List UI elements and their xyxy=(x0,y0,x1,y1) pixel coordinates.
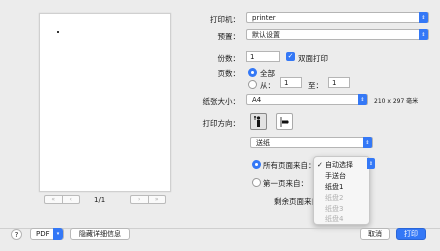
duplex-checkbox[interactable]: ✓ xyxy=(286,52,295,61)
orientation-label: 打印方向： xyxy=(202,119,241,128)
pages-label: 页数： xyxy=(217,69,241,78)
chevron-down-icon: ▾ xyxy=(53,228,63,240)
all-pages-from-label: 所有页面来自： xyxy=(263,161,316,170)
pages-to-label: 至： xyxy=(308,81,323,90)
pdf-label: PDF xyxy=(36,230,50,238)
copies-input[interactable]: 1 xyxy=(246,51,280,62)
section-value: 送纸 xyxy=(256,138,270,147)
printer-select[interactable]: printer ⇕ xyxy=(246,12,429,23)
pages-from-label: 从： xyxy=(260,81,275,90)
menu-item-tray-3: 纸盘3 xyxy=(325,205,344,213)
pdf-menu-button[interactable]: PDF ▾ xyxy=(30,228,64,240)
first-page-icon[interactable]: « xyxy=(45,196,62,203)
print-preview-page xyxy=(39,13,171,192)
presets-value: 默认设置 xyxy=(252,30,280,39)
paper-size-select[interactable]: A4 ⇕ xyxy=(246,94,368,105)
copies-label: 份数： xyxy=(217,54,241,63)
popup-arrows-icon: ⇕ xyxy=(419,12,428,23)
landscape-person-icon xyxy=(280,116,289,127)
pages-to-input[interactable]: 1 xyxy=(328,77,350,88)
paper-size-value: A4 xyxy=(252,95,262,104)
paper-size-label: 纸张大小： xyxy=(202,97,241,106)
printer-label: 打印机： xyxy=(210,15,240,24)
preview-nav-forward[interactable]: › » xyxy=(130,195,166,204)
printer-value: printer xyxy=(252,13,276,22)
pages-all-label: 全部 xyxy=(260,69,275,78)
paper-source-menu[interactable]: ✓ 自动选择 手送台 纸盘1 纸盘2 纸盘3 纸盘4 xyxy=(313,156,370,225)
previous-page-icon[interactable]: ‹ xyxy=(61,196,80,203)
menu-item-auto-select[interactable]: ✓ 自动选择 xyxy=(314,160,371,170)
cancel-button[interactable]: 取消 xyxy=(360,228,390,240)
page-indicator: 1/1 xyxy=(94,196,106,204)
pages-all-radio[interactable] xyxy=(248,68,257,77)
pages-from-input[interactable]: 1 xyxy=(280,77,302,88)
hide-details-button[interactable]: 隐藏详细信息 xyxy=(70,228,130,240)
checkmark-icon: ✓ xyxy=(317,161,323,169)
section-select[interactable]: 送纸 ⇕ xyxy=(250,137,373,148)
menu-item-tray-2: 纸盘2 xyxy=(325,194,344,202)
first-page-from-radio[interactable] xyxy=(252,178,261,187)
duplex-label: 双面打印 xyxy=(298,54,328,63)
popup-arrows-icon[interactable]: ⇕ xyxy=(367,158,375,169)
pages-range-radio[interactable] xyxy=(248,80,257,89)
landscape-orientation-button[interactable] xyxy=(276,113,293,130)
print-button[interactable]: 打印 xyxy=(396,228,426,240)
menu-item-manual-feed[interactable]: 手送台 xyxy=(314,171,371,181)
paper-dimensions: 210 x 297 毫米 xyxy=(374,98,419,105)
menu-item-tray-4: 纸盘4 xyxy=(325,215,344,223)
preview-nav-back[interactable]: « ‹ xyxy=(44,195,80,204)
all-pages-from-radio[interactable] xyxy=(252,160,261,169)
last-page-icon[interactable]: » xyxy=(147,196,166,203)
portrait-person-icon xyxy=(254,115,261,127)
preview-content-dot xyxy=(57,31,59,33)
next-page-icon[interactable]: › xyxy=(131,196,148,203)
popup-arrows-icon: ⇕ xyxy=(358,94,367,105)
popup-arrows-icon: ⇕ xyxy=(363,137,372,148)
portrait-orientation-button[interactable] xyxy=(250,113,267,130)
presets-select[interactable]: 默认设置 ⇕ xyxy=(246,29,429,40)
menu-item-tray-1[interactable]: 纸盘1 xyxy=(314,182,371,192)
presets-label: 预置： xyxy=(217,32,241,41)
help-button[interactable]: ? xyxy=(11,229,22,240)
first-page-from-label: 第一页来自： xyxy=(263,179,308,188)
popup-arrows-icon: ⇕ xyxy=(419,29,428,40)
